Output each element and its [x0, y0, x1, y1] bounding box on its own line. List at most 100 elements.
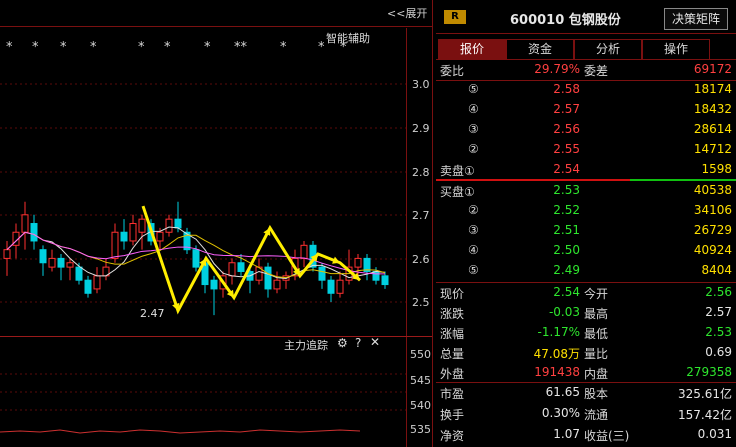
candle-body	[273, 279, 281, 290]
candle-body	[354, 257, 362, 268]
order-level-label: ②	[468, 203, 479, 217]
help-icon[interactable]: ?	[355, 336, 361, 350]
order-volume: 18432	[693, 102, 732, 116]
main-force-line	[0, 429, 361, 434]
candle-body	[3, 249, 11, 259]
candle-body	[165, 218, 173, 233]
fundamental-label: 净资	[440, 429, 465, 443]
price-tick-2.9: 2.9	[412, 122, 430, 135]
buy-order-row[interactable]: ⑤ 2.49 8404	[436, 261, 736, 281]
order-level-label: 买盘①	[440, 185, 475, 199]
weibi-label: 委比	[440, 64, 465, 78]
candle-body	[39, 249, 47, 264]
candle-body	[21, 214, 29, 233]
buy-order-row[interactable]: ③ 2.51 26729	[436, 221, 736, 241]
stat-label: 现价	[440, 287, 465, 301]
stat-value: -0.03	[548, 305, 580, 319]
order-price: 2.56	[553, 122, 580, 136]
candle-body	[192, 249, 200, 268]
order-price: 2.55	[553, 142, 580, 156]
tab-quote[interactable]: 报价	[438, 39, 506, 60]
order-price: 2.49	[553, 263, 580, 277]
stat-label: 外盘	[440, 367, 465, 381]
stat-label: 内盘	[584, 367, 609, 381]
sell-order-row[interactable]: ③ 2.56 28614	[436, 120, 736, 140]
sub-tick-540: 540	[410, 399, 431, 412]
tab-operation[interactable]: 操作	[642, 39, 710, 60]
candle-body	[381, 275, 389, 286]
stat-value: 2.53	[705, 325, 732, 339]
tab-analysis[interactable]: 分析	[574, 39, 642, 60]
sell-order-row[interactable]: 卖盘① 2.54 1598	[436, 160, 736, 180]
candle-body	[336, 279, 344, 294]
candle-body	[300, 244, 308, 259]
order-price: 2.58	[553, 82, 580, 96]
quote-panel: R 600010 包钢股份 决策矩阵 报价 资金 分析 操作 委比 29.79%…	[436, 0, 736, 447]
fundamental-value: 1.07	[553, 427, 580, 441]
candle-body	[129, 223, 137, 242]
main-force-track-label[interactable]: 主力追踪	[284, 337, 328, 353]
fundamental-label: 换手	[440, 408, 465, 422]
price-tick-2.5: 2.5	[412, 296, 430, 309]
candle-body	[237, 262, 245, 272]
stat-value: 47.08万	[533, 347, 580, 361]
price-tick-2.6: 2.6	[412, 253, 430, 266]
price-tick-3.0: 3.0	[412, 78, 430, 91]
title-divider	[436, 33, 736, 34]
order-level-label: ③	[468, 223, 479, 237]
stat-value: 191438	[534, 365, 580, 379]
order-volume: 40538	[693, 183, 732, 197]
stat-label: 总量	[440, 347, 465, 361]
chart-right-border	[432, 0, 433, 447]
quote-tabs: 报价 资金 分析 操作	[436, 39, 736, 60]
decision-matrix-button[interactable]: 决策矩阵	[664, 8, 728, 30]
fundamental-row: 换手 0.30% 流通 157.42亿	[436, 404, 736, 424]
candle-body	[30, 223, 38, 242]
candle-body	[138, 218, 146, 233]
stat-label: 今开	[584, 287, 609, 301]
fundamental-label: 收益(三)	[584, 429, 630, 443]
sell-order-row[interactable]: ⑤ 2.58 18174	[436, 80, 736, 100]
order-level-label: ⑤	[468, 263, 479, 277]
candle-body	[48, 257, 56, 268]
kline-chart-panel[interactable]: <<展开 智能辅助 * * * * * * * ** * * * 3.0 2.9 2.8 2.7 2…	[0, 0, 433, 447]
candle-body	[75, 266, 83, 281]
weibi-value: 29.79%	[534, 62, 580, 76]
buy-order-row[interactable]: 买盘① 2.53 40538	[436, 181, 736, 201]
fundamental-label: 市盈	[440, 387, 465, 401]
stock-title: 600010 包钢股份	[510, 13, 621, 28]
stat-row: 总量 47.08万 量比 0.69	[436, 343, 736, 363]
order-volume: 28614	[693, 122, 732, 136]
buy-order-row[interactable]: ④ 2.50 40924	[436, 241, 736, 261]
subpanel-border	[0, 336, 432, 337]
buy-order-row[interactable]: ② 2.52 34106	[436, 201, 736, 221]
stat-value: 0.69	[705, 345, 732, 359]
sell-order-row[interactable]: ④ 2.57 18432	[436, 100, 736, 120]
candle-body	[120, 231, 128, 242]
fundamental-value: 0.30%	[541, 406, 580, 420]
weibi-row: 委比 29.79% 委差 69172	[436, 60, 736, 80]
candle-body	[327, 279, 335, 294]
stat-label: 涨跌	[440, 307, 465, 321]
stat-value: -1.17%	[537, 325, 580, 339]
fundamental-label: 股本	[584, 387, 609, 401]
order-price: 2.51	[553, 223, 580, 237]
tab-funds[interactable]: 资金	[506, 39, 574, 60]
candle-body	[318, 266, 326, 281]
r-badge: R	[444, 10, 466, 24]
close-icon[interactable]: ✕	[370, 335, 380, 349]
sub-tick-550: 550	[410, 348, 431, 361]
order-level-label: ④	[468, 102, 479, 116]
order-price: 2.54	[553, 162, 580, 176]
stat-value: 279358	[686, 365, 732, 379]
sell-order-row[interactable]: ② 2.55 14712	[436, 140, 736, 160]
candle-body	[372, 270, 380, 281]
gear-icon[interactable]: ⚙	[337, 336, 348, 350]
stat-row: 涨幅 -1.17% 最低 2.53	[436, 323, 736, 343]
candlestick-chart	[3, 201, 389, 316]
order-price: 2.57	[553, 102, 580, 116]
stat-row: 外盘 191438 内盘 279358	[436, 363, 736, 383]
candle-body	[57, 257, 65, 268]
stat-row: 现价 2.54 今开 2.56	[436, 283, 736, 303]
candle-body	[264, 266, 272, 290]
